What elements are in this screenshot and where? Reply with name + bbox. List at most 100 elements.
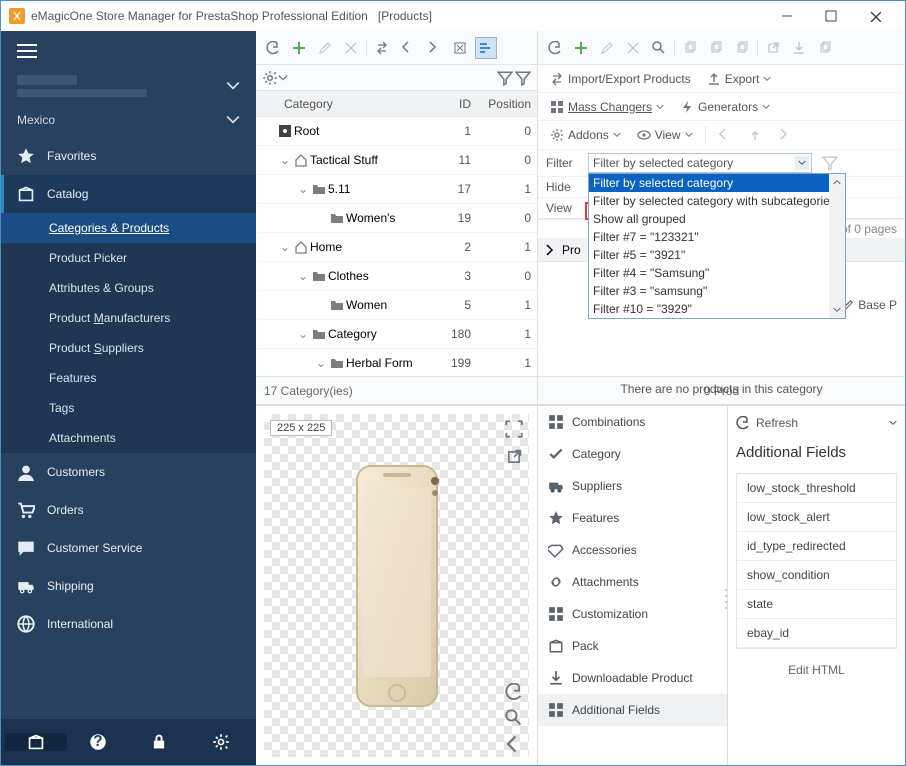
dropdown-option[interactable]: Filter #5 = "3921" — [589, 246, 845, 264]
combobox-arrow-icon[interactable] — [795, 156, 809, 170]
tree-row[interactable]: ⌄Tactical Stuff110 — [256, 146, 537, 175]
tree-row[interactable]: ⌄Home21 — [256, 233, 537, 262]
zoom-button[interactable] — [505, 709, 523, 727]
extra-button[interactable] — [814, 37, 836, 59]
sidebar-sub-product-picker[interactable]: Product Picker — [1, 243, 256, 273]
tab-category[interactable]: Category — [538, 438, 727, 470]
col-id[interactable]: ID — [421, 97, 471, 111]
column-product[interactable]: Pro — [562, 243, 581, 257]
sidebar-sub-product-manufacturers[interactable]: Product Manufacturers — [1, 303, 256, 333]
dropdown-option[interactable]: Filter by selected category — [589, 174, 845, 192]
tab-suppliers[interactable]: Suppliers — [538, 470, 727, 502]
dropdown-option[interactable]: Show all grouped — [589, 210, 845, 228]
filter-dropdown[interactable]: Filter by selected categoryFilter by sel… — [588, 173, 846, 319]
tree-row[interactable]: Women51 — [256, 291, 537, 320]
export-menu[interactable]: Export — [703, 70, 776, 88]
window-minimize[interactable] — [765, 1, 809, 31]
hamburger-button[interactable] — [1, 31, 256, 71]
tab-customization[interactable]: Customization — [538, 598, 727, 630]
dropdown-option[interactable]: Filter by selected category with subcate… — [589, 192, 845, 210]
move-in-button[interactable] — [423, 37, 445, 59]
import-button[interactable] — [788, 37, 810, 59]
filter-toggle-button[interactable] — [475, 37, 497, 59]
indent-up-button[interactable] — [744, 124, 766, 146]
add-product-button[interactable] — [570, 37, 592, 59]
sidebar-item-customers[interactable]: Customers — [1, 453, 256, 491]
field-low_stock_threshold[interactable]: low_stock_threshold — [737, 474, 896, 503]
copy2-button[interactable] — [705, 37, 727, 59]
import-export-menu[interactable]: Import/Export Products — [546, 70, 695, 88]
drag-handle-icon[interactable] — [724, 586, 730, 614]
tab-features[interactable]: Features — [538, 502, 727, 534]
refresh-products-button[interactable] — [544, 37, 566, 59]
nav-left-button[interactable] — [505, 735, 523, 753]
col-category[interactable]: Category — [282, 97, 421, 111]
refresh-image-button[interactable] — [505, 683, 523, 701]
tree-row[interactable]: ⌄5.11171 — [256, 175, 537, 204]
refresh-button[interactable] — [262, 37, 284, 59]
generators-menu[interactable]: Generators — [676, 98, 774, 116]
tab-downloadable-product[interactable]: Downloadable Product — [538, 662, 727, 694]
export-button[interactable] — [762, 37, 784, 59]
sidebar-item-favorites[interactable]: Favorites — [1, 137, 256, 175]
open-external-button[interactable] — [505, 448, 523, 466]
tree-row[interactable]: Women's190 — [256, 204, 537, 233]
field-show_condition[interactable]: show_condition — [737, 561, 896, 590]
base-price-link[interactable]: Base P — [842, 298, 897, 312]
sidebar-sub-features[interactable]: Features — [1, 363, 256, 393]
delete-product-button[interactable] — [622, 37, 644, 59]
fullscreen-button[interactable] — [505, 420, 523, 438]
tab-combinations[interactable]: Combinations — [538, 406, 727, 438]
dropdown-option[interactable]: Filter #7 = "123321" — [589, 228, 845, 246]
sidebar-sub-product-suppliers[interactable]: Product Suppliers — [1, 333, 256, 363]
dropdown-scrollbar[interactable] — [829, 174, 845, 318]
sidebar-item-catalog[interactable]: Catalog — [1, 175, 256, 213]
store-selector[interactable] — [1, 71, 256, 107]
tree-row[interactable]: ⌄Category1801 — [256, 320, 537, 349]
field-ebay_id[interactable]: ebay_id — [737, 619, 896, 648]
sidebar-item-shipping[interactable]: Shipping — [1, 567, 256, 605]
country-selector[interactable]: Mexico — [1, 107, 256, 137]
expand-icon[interactable] — [544, 244, 556, 256]
sidebar-item-international[interactable]: International — [1, 605, 256, 643]
field-low_stock_alert[interactable]: low_stock_alert — [737, 503, 896, 532]
mass-changers-menu[interactable]: Mass Changers — [546, 98, 668, 116]
dropdown-option[interactable]: Filter #3 = "samsung" — [589, 282, 845, 300]
funnel-clear-icon[interactable] — [822, 155, 838, 171]
edit-product-button[interactable] — [596, 37, 618, 59]
indent-out-button[interactable] — [714, 124, 736, 146]
col-position[interactable]: Position — [471, 97, 531, 111]
add-button[interactable] — [288, 37, 310, 59]
tree-row[interactable]: Root10 — [256, 117, 537, 146]
gear-icon[interactable] — [262, 70, 278, 86]
swap-button[interactable] — [371, 37, 393, 59]
search-product-button[interactable] — [648, 37, 670, 59]
toggle-button[interactable] — [449, 37, 471, 59]
filter-combobox[interactable]: Filter by selected category Filter by se… — [588, 153, 812, 173]
sidebar-sub-attributes-groups[interactable]: Attributes & Groups — [1, 273, 256, 303]
footer-store-button[interactable] — [5, 733, 67, 751]
footer-lock-button[interactable] — [129, 733, 191, 751]
funnel-icon[interactable] — [497, 70, 513, 86]
edit-html-button[interactable]: Edit HTML — [736, 659, 897, 681]
refresh-fields-button[interactable]: Refresh — [736, 416, 897, 430]
tab-accessories[interactable]: Accessories — [538, 534, 727, 566]
delete-button[interactable] — [340, 37, 362, 59]
window-maximize[interactable] — [809, 1, 853, 31]
tab-pack[interactable]: Pack — [538, 630, 727, 662]
footer-help-button[interactable] — [67, 733, 129, 751]
field-state[interactable]: state — [737, 590, 896, 619]
sidebar-item-orders[interactable]: Orders — [1, 491, 256, 529]
copy3-button[interactable] — [731, 37, 753, 59]
dropdown-option[interactable]: Filter #10 = "3929" — [589, 300, 845, 318]
sidebar-item-customer-service[interactable]: Customer Service — [1, 529, 256, 567]
dropdown-option[interactable]: Filter #4 = "Samsung" — [589, 264, 845, 282]
move-out-button[interactable] — [397, 37, 419, 59]
category-tree[interactable]: Root10⌄Tactical Stuff110⌄5.11171Women's1… — [256, 117, 537, 376]
window-close[interactable] — [853, 1, 897, 31]
sidebar-sub-attachments[interactable]: Attachments — [1, 423, 256, 453]
tree-row[interactable]: ⌄Clothes30 — [256, 262, 537, 291]
view-menu[interactable]: View — [633, 126, 697, 144]
edit-button[interactable] — [314, 37, 336, 59]
tab-additional-fields[interactable]: Additional Fields — [538, 694, 727, 726]
